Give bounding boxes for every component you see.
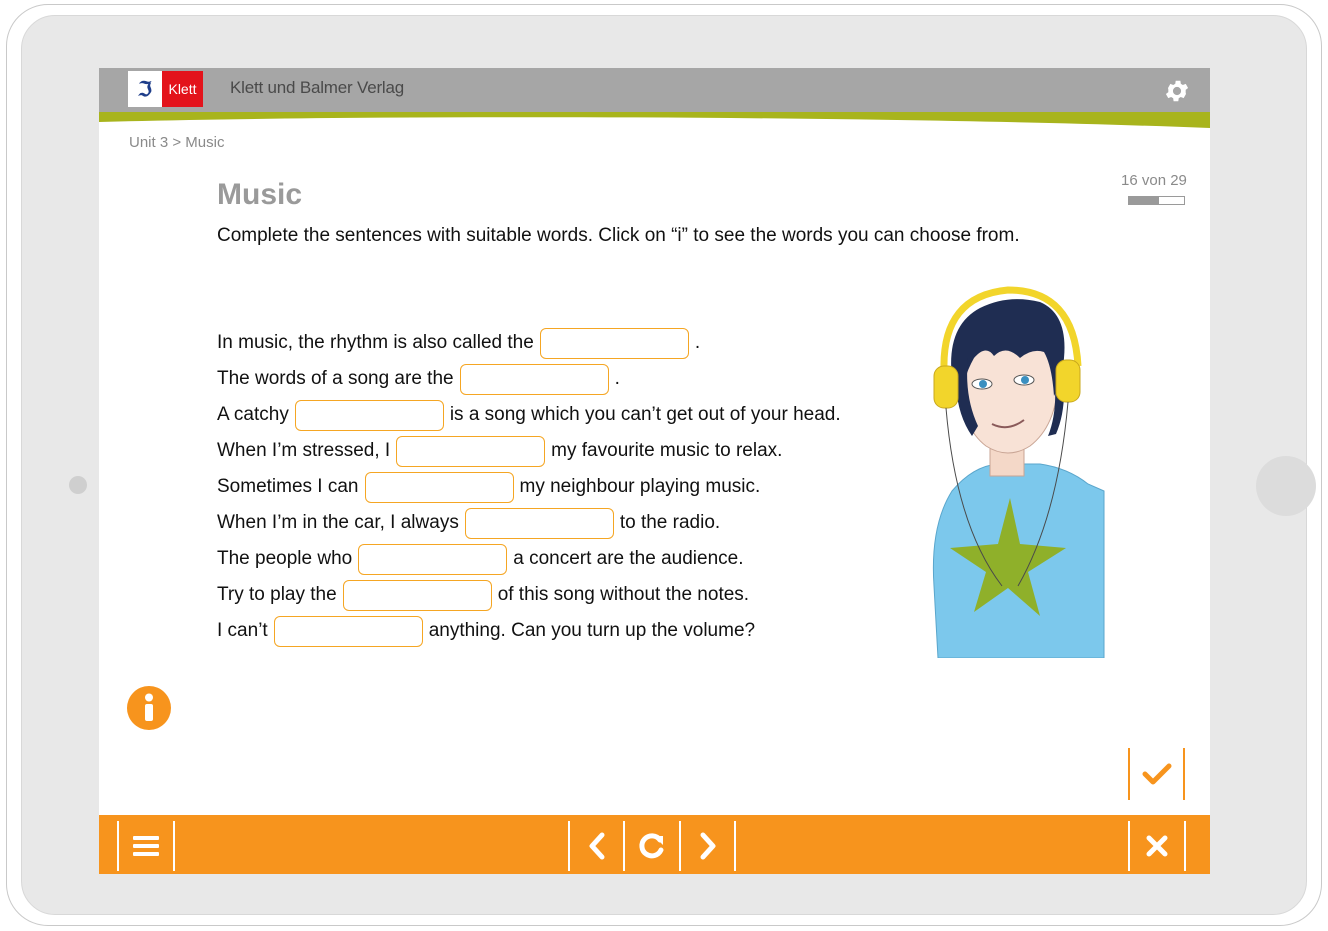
sentence-after: my neighbour playing music.: [519, 476, 761, 497]
sentence-after: of this song without the notes.: [497, 584, 750, 605]
sentence-after: .: [694, 332, 701, 353]
answer-field-1[interactable]: [539, 327, 689, 359]
sentence-row: Try to play the of this song without the…: [217, 577, 841, 613]
sentence-after: my favourite music to relax.: [551, 440, 783, 461]
header-bar: ℑ Klett Klett und Balmer Verlag: [99, 68, 1210, 112]
check-icon: [1142, 763, 1171, 785]
sentence-after: anything. Can you turn up the volume?: [428, 620, 756, 641]
next-button[interactable]: [681, 821, 734, 871]
progress-bar: [1128, 196, 1185, 205]
sentence-list: In music, the rhythm is also called the …: [217, 325, 841, 649]
sentence-before: I can’t: [217, 620, 268, 641]
close-button[interactable]: [1130, 821, 1184, 871]
info-icon[interactable]: [127, 686, 171, 730]
page-title: Music: [217, 178, 303, 211]
publisher-name: Klett und Balmer Verlag: [230, 78, 404, 97]
answer-field-5[interactable]: [364, 471, 514, 503]
tablet-camera: [69, 476, 87, 494]
sentence-before: Sometimes I can: [217, 476, 359, 497]
sentence-before: Try to play the: [217, 584, 337, 605]
page-counter: 16 von 29: [1121, 172, 1187, 189]
answer-field-8[interactable]: [342, 579, 492, 611]
boy-with-headphones-illustration: [928, 286, 1110, 659]
sentence-row: Sometimes I can my neighbour playing mus…: [217, 469, 841, 505]
close-icon: [1146, 835, 1168, 857]
sentence-row: The people who a concert are the audienc…: [217, 541, 841, 577]
breadcrumb: Unit 3 > Music: [129, 134, 225, 151]
toolbar-separator: [1184, 821, 1186, 871]
sentence-row: The words of a song are the .: [217, 361, 841, 397]
toolbar-separator: [173, 821, 175, 871]
answer-field-7[interactable]: [358, 543, 508, 575]
check-answers-button[interactable]: [1128, 748, 1185, 800]
answer-field-6[interactable]: [464, 507, 614, 539]
sentence-before: In music, the rhythm is also called the: [217, 332, 534, 353]
sentence-after: .: [614, 368, 620, 389]
menu-icon: [133, 836, 159, 856]
sentence-row: In music, the rhythm is also called the …: [217, 325, 841, 361]
tablet-home-button[interactable]: [1256, 456, 1316, 516]
gear-icon[interactable]: [1163, 77, 1191, 105]
sentence-before: When I’m in the car, I always: [217, 512, 459, 533]
sentence-before: The people who: [217, 548, 353, 569]
chevron-right-icon: [700, 832, 715, 860]
klett-logo-mark: ℑ: [138, 77, 152, 101]
sentence-after: to the radio.: [619, 512, 721, 533]
chevron-left-icon: [589, 832, 604, 860]
sentence-before: When I’m stressed, I: [217, 440, 391, 461]
sentence-row: When I’m in the car, I always to the rad…: [217, 505, 841, 541]
header-accent-band: [99, 112, 1210, 128]
progress-fill: [1129, 197, 1160, 204]
previous-button[interactable]: [570, 821, 623, 871]
bottom-toolbar: [99, 815, 1210, 874]
sentence-after: is a song which you can’t get out of you…: [449, 404, 841, 425]
answer-field-4[interactable]: [396, 435, 546, 467]
sentence-row: A catchy is a song which you can’t get o…: [217, 397, 841, 433]
app-screen: ℑ Klett Klett und Balmer Verlag Unit 3 >…: [99, 68, 1210, 874]
reload-button[interactable]: [625, 821, 679, 871]
answer-field-9[interactable]: [273, 615, 423, 647]
sentence-row: When I’m stressed, I my favourite music …: [217, 433, 841, 469]
instruction-text: Complete the sentences with suitable wor…: [217, 225, 1020, 246]
klett-logo: ℑ Klett: [128, 71, 203, 107]
sentence-before: A catchy: [217, 404, 289, 425]
menu-button[interactable]: [119, 821, 173, 871]
reload-icon: [639, 833, 664, 859]
klett-logo-text: Klett: [162, 71, 203, 107]
answer-field-3[interactable]: [294, 399, 444, 431]
sentence-row: I can’t anything. Can you turn up the vo…: [217, 613, 841, 649]
toolbar-separator: [734, 821, 736, 871]
answer-field-2[interactable]: [459, 363, 609, 395]
sentence-after: a concert are the audience.: [513, 548, 744, 569]
sentence-before: The words of a song are the: [217, 368, 454, 389]
